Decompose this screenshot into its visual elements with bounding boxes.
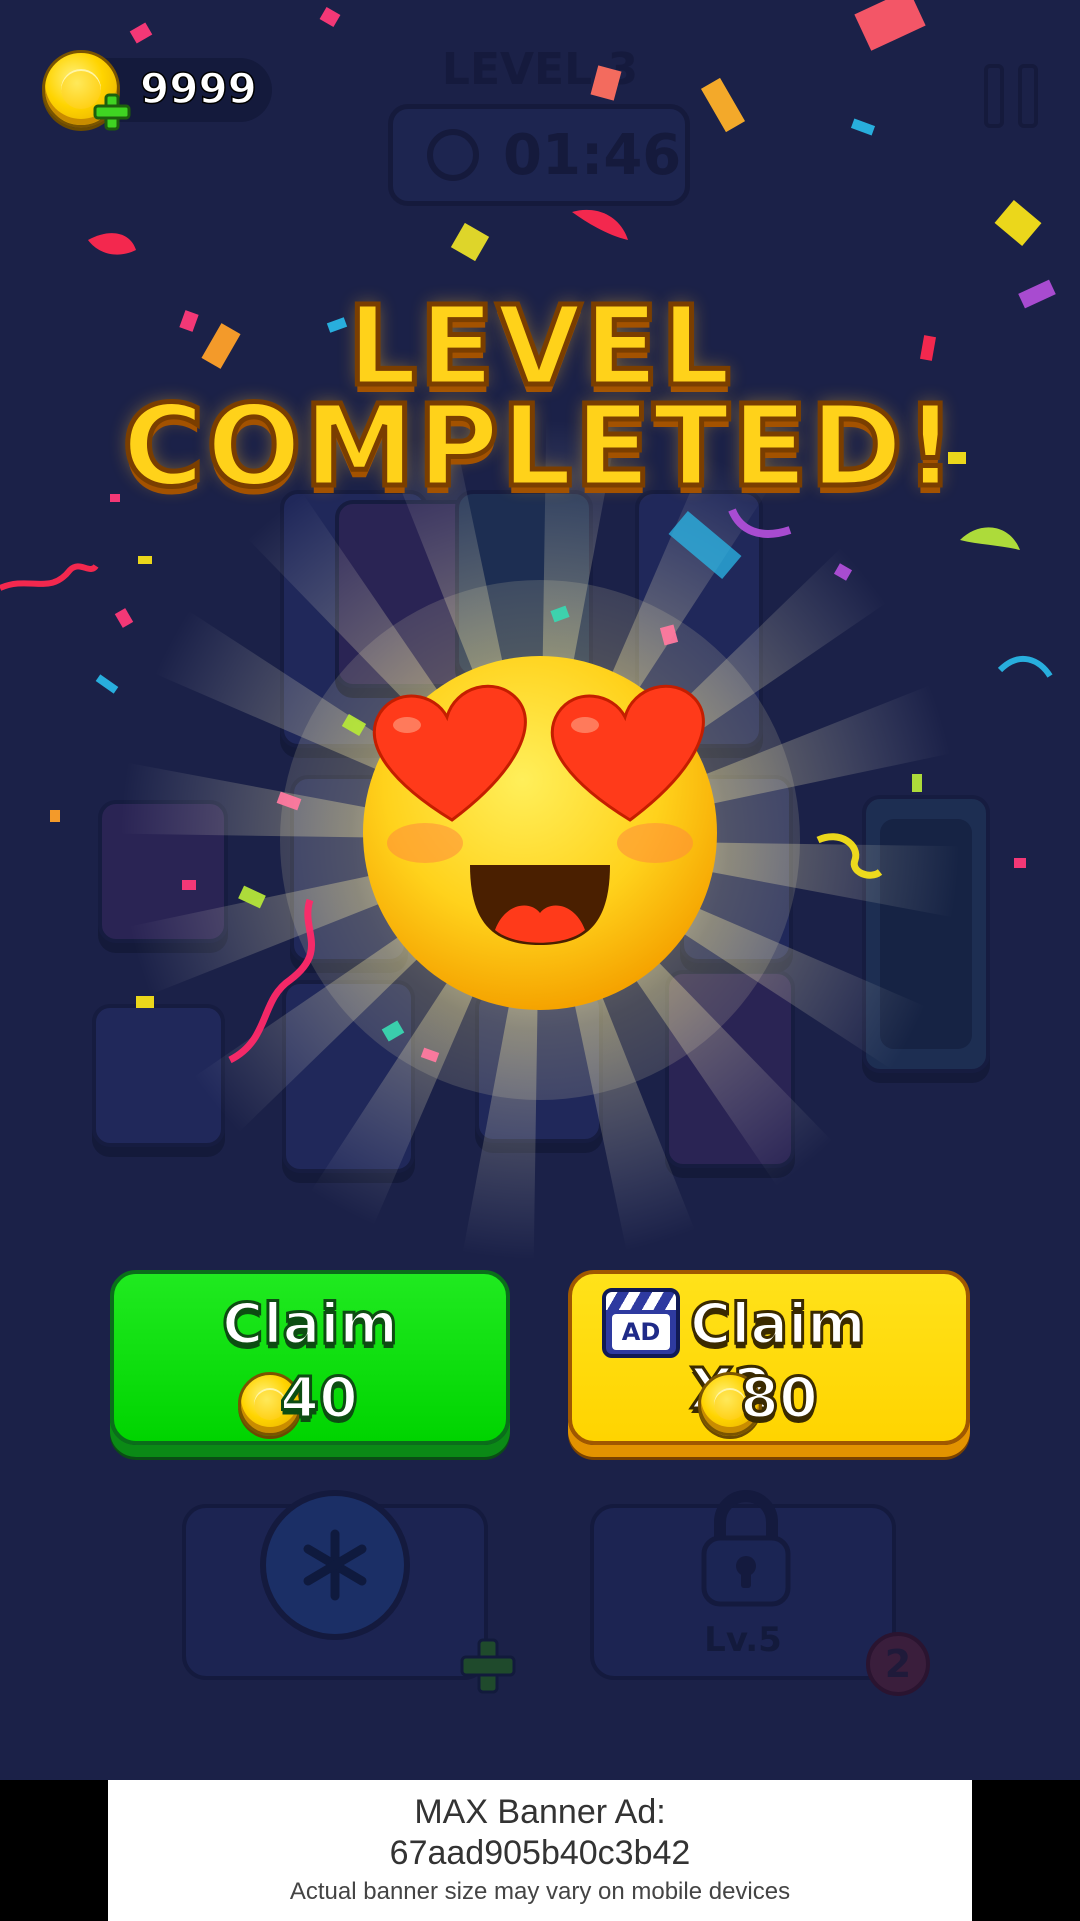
ad-side-right (972, 1780, 1080, 1921)
ad-side-left (0, 1780, 108, 1921)
ad-banner[interactable]: MAX Banner Ad: 67aad905b40c3b42 Actual b… (108, 1780, 972, 1921)
ad-banner-title: MAX Banner Ad: (414, 1793, 666, 1831)
confetti (0, 0, 1056, 1064)
ad-banner-note: Actual banner size may vary on mobile de… (289, 1878, 791, 1905)
ad-banner-id: 67aad905b40c3b42 (389, 1834, 691, 1872)
